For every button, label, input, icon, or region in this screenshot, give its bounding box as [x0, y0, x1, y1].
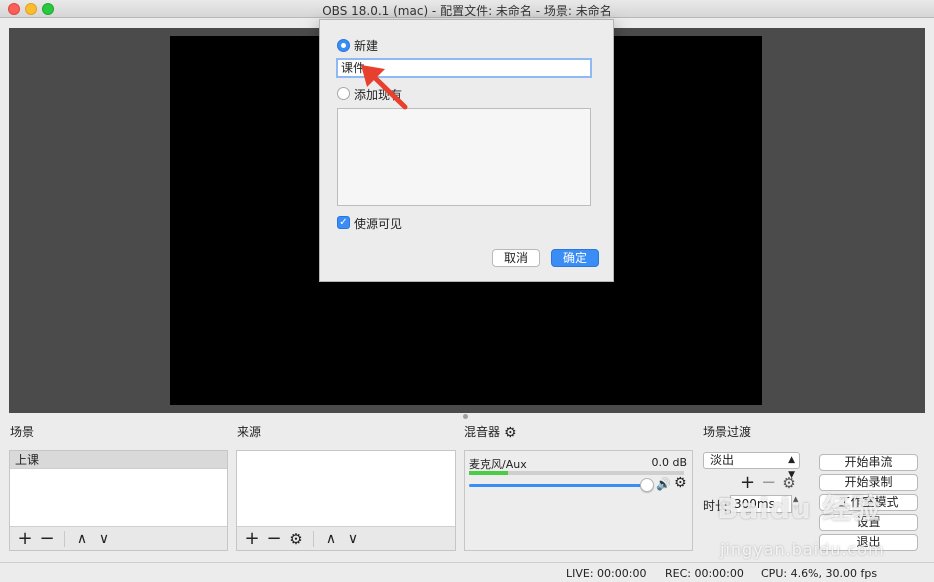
mixer-gear-icon[interactable]: ⚙ [504, 425, 517, 441]
toolbar-divider [64, 530, 65, 547]
window-title: OBS 18.0.1 (mac) - 配置文件: 未命名 - 场景: 未命名 [322, 4, 612, 18]
mixer-channel-name: 麦克风/Aux [469, 458, 527, 471]
scenes-label: 场景 [10, 425, 35, 439]
move-scene-up-icon[interactable]: ∧ [71, 528, 93, 550]
scene-list-item[interactable]: 上课 [10, 451, 227, 469]
add-source-icon[interactable]: + [241, 528, 263, 550]
remove-source-icon[interactable]: − [263, 528, 285, 550]
source-properties-gear-icon[interactable]: ⚙ [285, 528, 307, 550]
status-bar: LIVE: 00:00:00 REC: 00:00:00 CPU: 4.6%, … [0, 562, 934, 582]
scenes-panel: 上课 + − ∧ ∨ [9, 450, 228, 551]
live-timer: LIVE: 00:00:00 [566, 567, 647, 580]
move-scene-down-icon[interactable]: ∨ [93, 528, 115, 550]
move-source-down-icon[interactable]: ∨ [342, 528, 364, 550]
add-scene-icon[interactable]: + [14, 528, 36, 550]
scenes-toolbar: + − ∧ ∨ [10, 526, 227, 550]
audio-level-fill [469, 471, 508, 475]
audio-level-meter [469, 471, 684, 475]
title-bar: OBS 18.0.1 (mac) - 配置文件: 未命名 - 场景: 未命名 [0, 0, 934, 18]
mixer-panel: 麦克风/Aux 0.0 dB 🔊 ⚙ [464, 450, 693, 551]
ok-button[interactable]: 确定 [551, 249, 599, 267]
mixer-volume-db: 0.0 dB [651, 456, 687, 469]
toolbar-divider [313, 530, 314, 547]
existing-sources-list[interactable] [337, 108, 591, 206]
remove-scene-icon[interactable]: − [36, 528, 58, 550]
transition-select[interactable]: 淡出 ▲ ▼ [703, 452, 800, 480]
add-existing-radio[interactable] [337, 87, 350, 100]
volume-slider-track[interactable] [469, 484, 645, 487]
volume-slider-knob[interactable] [640, 478, 654, 492]
rec-timer: REC: 00:00:00 [665, 567, 744, 580]
channel-gear-icon[interactable]: ⚙ [674, 475, 687, 491]
start-streaming-button[interactable]: 开始串流 [819, 454, 918, 471]
speaker-icon[interactable]: 🔊 [656, 477, 671, 491]
baidu-watermark-logo: Baidu 经验 [717, 492, 881, 525]
new-source-radio[interactable] [337, 39, 350, 52]
splitter-handle[interactable] [463, 414, 468, 419]
cpu-status: CPU: 4.6%, 30.00 fps [761, 567, 878, 580]
cancel-button[interactable]: 取消 [492, 249, 540, 267]
watermark-url: jingyan.baidu.com [720, 540, 885, 559]
new-source-label: 新建 [354, 39, 379, 53]
sources-label: 来源 [237, 425, 262, 439]
mixer-label: 混音器 [464, 425, 501, 439]
annotation-arrow-icon [361, 65, 408, 110]
move-source-up-icon[interactable]: ∧ [320, 528, 342, 550]
mixer-header: 混音器 ⚙ [464, 423, 517, 441]
make-visible-label: 使源可见 [354, 217, 403, 231]
make-visible-checkbox[interactable]: ✓ [337, 216, 350, 229]
transitions-label: 场景过渡 [703, 425, 752, 439]
sources-toolbar: + − ⚙ ∧ ∨ [237, 526, 455, 550]
transition-selected-value: 淡出 [710, 453, 735, 467]
sources-panel: + − ⚙ ∧ ∨ [236, 450, 456, 551]
